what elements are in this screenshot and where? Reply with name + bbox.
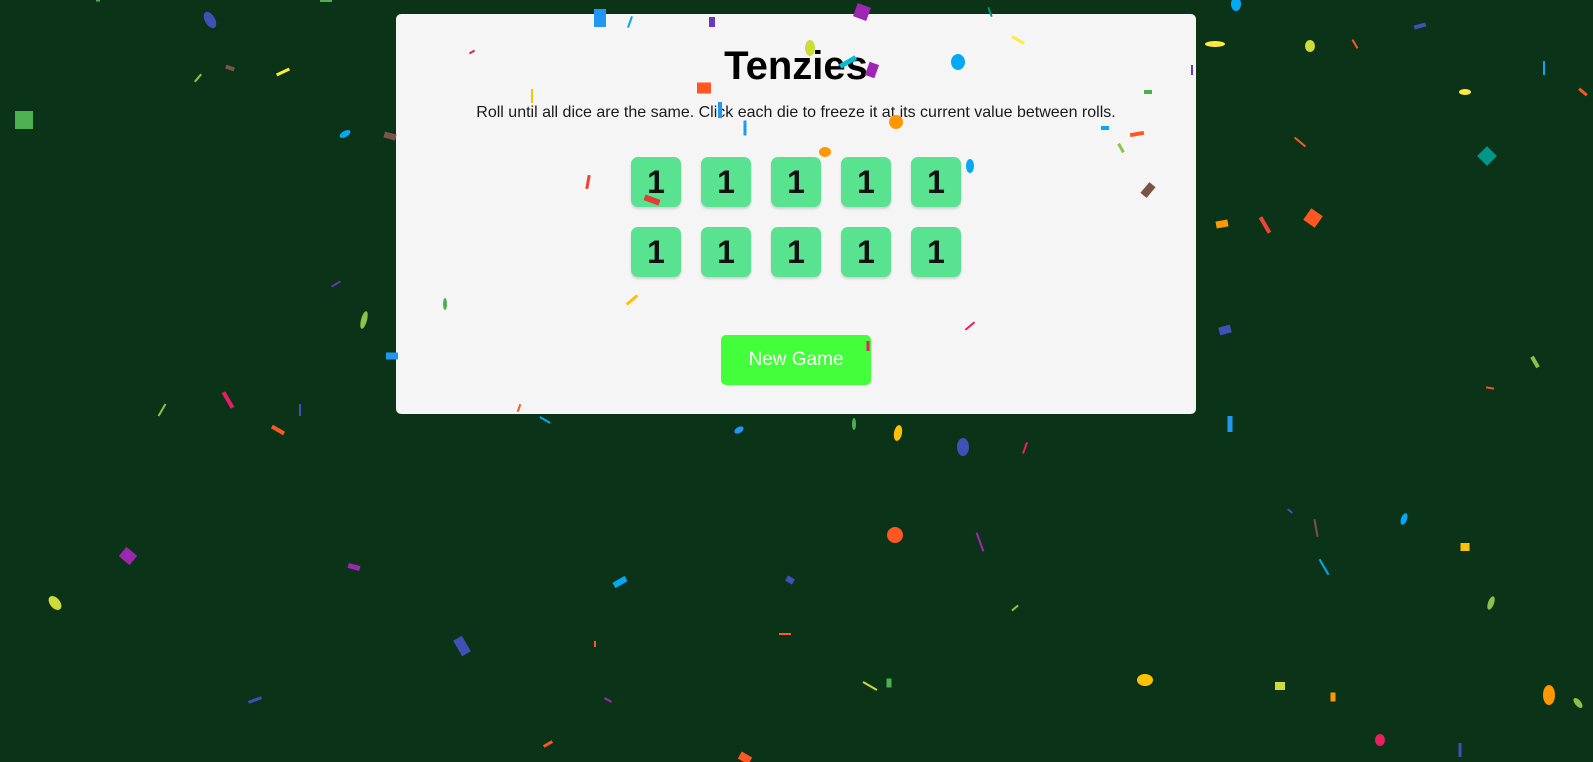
confetti-piece: [1293, 136, 1307, 148]
die-6[interactable]: 1: [631, 227, 681, 277]
confetti-piece: [1022, 442, 1028, 454]
confetti-piece: [1275, 682, 1285, 690]
confetti-piece: [975, 532, 985, 552]
die-10[interactable]: 1: [911, 227, 961, 277]
confetti-piece: [1258, 216, 1272, 234]
die-9[interactable]: 1: [841, 227, 891, 277]
confetti-piece: [1459, 89, 1471, 95]
confetti-piece: [221, 391, 235, 409]
game-card: Tenzies Roll until all dice are the same…: [396, 14, 1196, 414]
confetti-piece: [157, 403, 167, 417]
page-title: Tenzies: [724, 44, 868, 88]
confetti-piece: [734, 426, 744, 434]
confetti-piece: [1231, 0, 1241, 11]
die-7[interactable]: 1: [701, 227, 751, 277]
confetti-piece: [542, 740, 554, 748]
confetti-piece: [737, 751, 753, 762]
confetti-piece: [852, 418, 856, 430]
confetti-piece: [886, 678, 892, 688]
die-1[interactable]: 1: [631, 157, 681, 207]
confetti-piece: [15, 111, 33, 129]
confetti-piece: [893, 425, 903, 441]
confetti-piece: [1543, 685, 1555, 705]
confetti-piece: [96, 0, 100, 2]
confetti-piece: [779, 633, 791, 635]
dice-grid: 1 1 1 1 1 1 1 1 1 1: [631, 157, 961, 277]
confetti-piece: [1137, 674, 1153, 686]
confetti-piece: [453, 635, 471, 657]
confetti-piece: [887, 527, 903, 543]
confetti-piece: [331, 280, 341, 288]
confetti-piece: [276, 67, 290, 77]
confetti-piece: [1458, 743, 1462, 757]
confetti-piece: [118, 546, 138, 566]
confetti-piece: [1485, 386, 1495, 390]
confetti-piece: [1578, 87, 1588, 97]
die-8[interactable]: 1: [771, 227, 821, 277]
confetti-piece: [594, 641, 596, 647]
confetti-piece: [604, 697, 612, 703]
confetti-piece: [1543, 61, 1545, 75]
confetti-piece: [862, 681, 878, 691]
confetti-piece: [1530, 355, 1540, 369]
confetti-piece: [1413, 22, 1427, 30]
new-game-button[interactable]: New Game: [721, 335, 871, 385]
confetti-piece: [320, 0, 332, 2]
confetti-piece: [225, 64, 235, 72]
confetti-piece: [1227, 416, 1233, 432]
confetti-piece: [612, 575, 628, 589]
confetti-piece: [299, 404, 301, 416]
confetti-piece: [1205, 41, 1225, 47]
confetti-piece: [1460, 543, 1470, 551]
instructions-text: Roll until all dice are the same. Click …: [476, 104, 1116, 121]
confetti-piece: [539, 416, 551, 424]
confetti-piece: [1318, 558, 1330, 576]
confetti-piece: [1487, 596, 1495, 610]
confetti-piece: [1351, 39, 1359, 49]
confetti-piece: [383, 131, 397, 141]
confetti-piece: [1215, 219, 1229, 229]
confetti-piece: [1305, 40, 1315, 52]
confetti-piece: [785, 575, 795, 585]
die-3[interactable]: 1: [771, 157, 821, 207]
confetti-piece: [247, 696, 263, 704]
confetti-piece: [339, 130, 351, 138]
confetti-piece: [194, 73, 202, 83]
die-4[interactable]: 1: [841, 157, 891, 207]
confetti-piece: [1011, 604, 1019, 612]
confetti-piece: [360, 311, 368, 329]
confetti-piece: [1287, 508, 1293, 514]
confetti-piece: [270, 424, 286, 436]
confetti-piece: [1477, 146, 1497, 166]
confetti-piece: [1573, 698, 1583, 708]
die-5[interactable]: 1: [911, 157, 961, 207]
confetti-piece: [1218, 324, 1232, 336]
die-2[interactable]: 1: [701, 157, 751, 207]
confetti-piece: [1330, 692, 1336, 702]
confetti-piece: [957, 438, 969, 456]
confetti-piece: [48, 596, 62, 610]
confetti-piece: [203, 11, 217, 29]
confetti-piece: [1400, 513, 1408, 525]
confetti-piece: [1303, 208, 1323, 228]
confetti-piece: [1375, 734, 1385, 746]
confetti-piece: [1313, 518, 1319, 538]
confetti-piece: [347, 563, 361, 571]
